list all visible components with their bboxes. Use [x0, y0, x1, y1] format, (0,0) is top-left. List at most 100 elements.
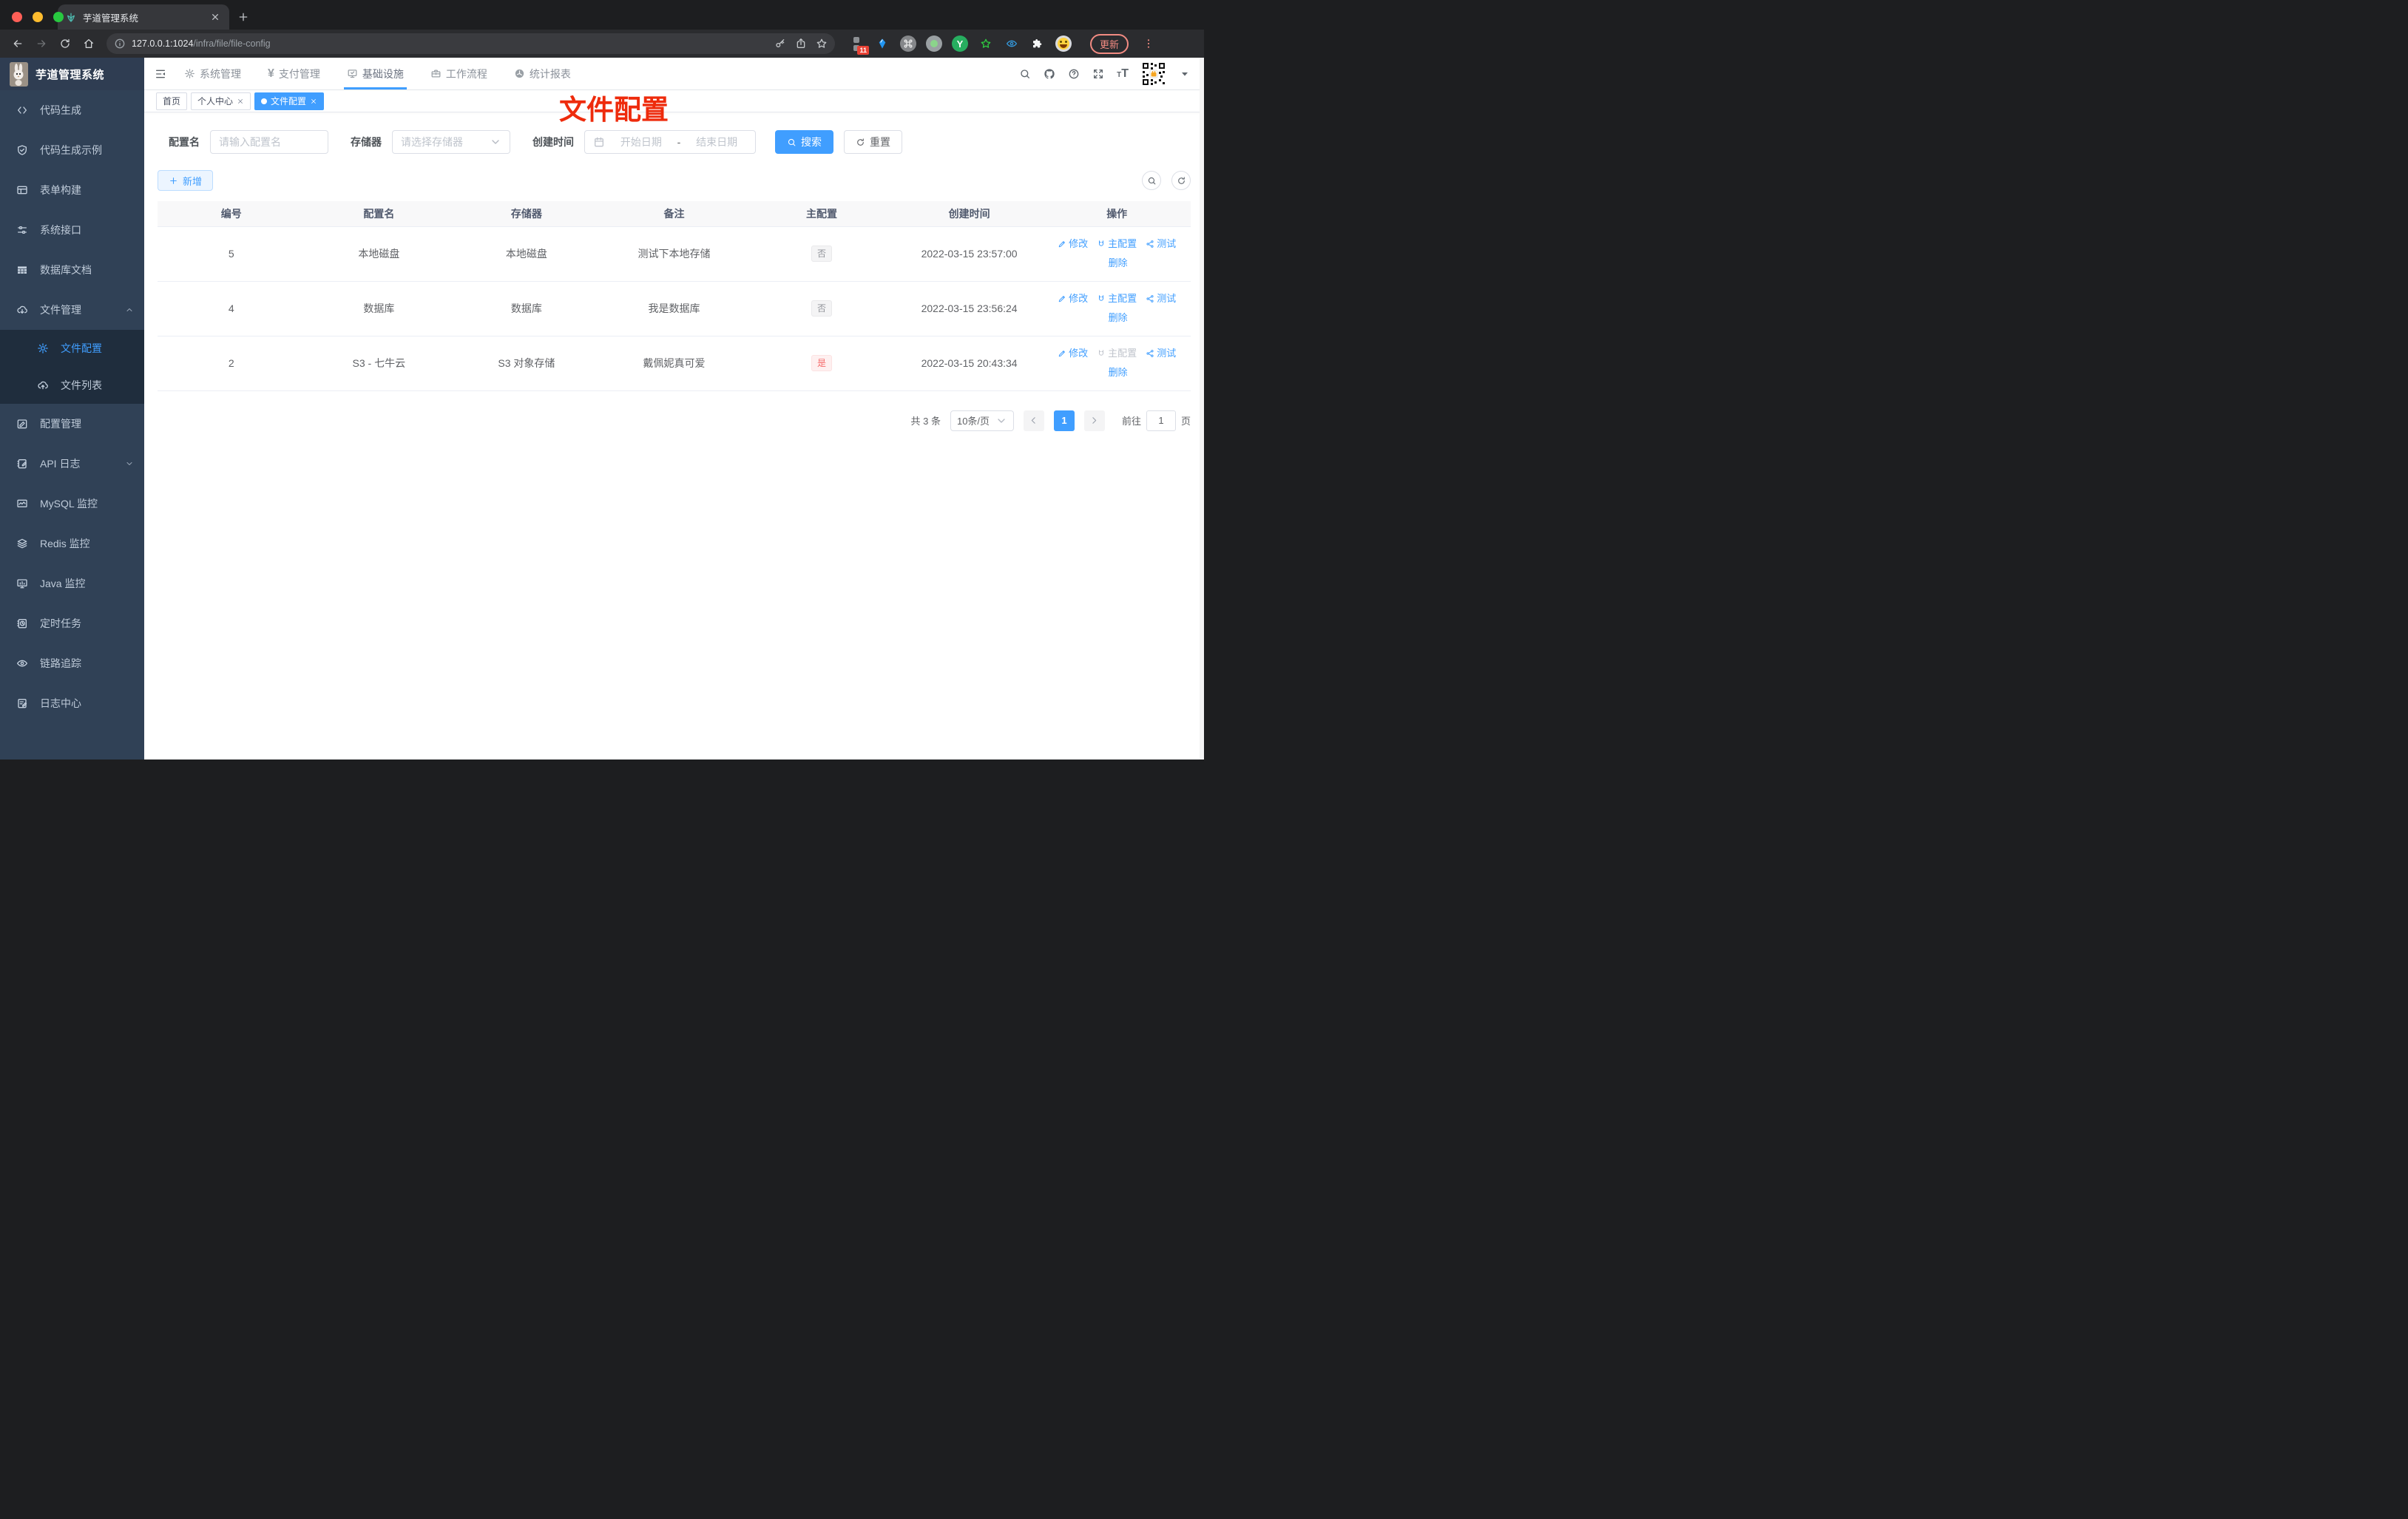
sidebar-item-文件配置[interactable]: 文件配置	[0, 330, 144, 367]
action-测试[interactable]: 测试	[1146, 234, 1176, 254]
extension-dot-icon[interactable]	[926, 35, 942, 52]
forward-icon[interactable]	[31, 33, 52, 54]
github-icon[interactable]	[1044, 68, 1055, 80]
tab-favicon	[65, 11, 77, 23]
avatar[interactable]	[1141, 61, 1166, 87]
tag-label: 文件配置	[271, 96, 307, 106]
goto-page-input[interactable]	[1146, 410, 1176, 431]
app-header: 系统管理 ¥ 支付管理 基础设施 工作流程 统计报表 TT	[144, 58, 1204, 90]
extension-star-icon[interactable]	[978, 35, 994, 52]
tag-首页[interactable]: 首页	[156, 92, 188, 110]
refresh-table-button[interactable]	[1171, 171, 1191, 190]
extension-command-icon[interactable]	[900, 35, 916, 52]
sidebar-item-系统接口[interactable]: 系统接口	[0, 210, 144, 250]
site-info-icon[interactable]	[114, 38, 126, 50]
extension-kite-icon[interactable]	[874, 35, 890, 52]
reload-icon[interactable]	[55, 33, 75, 54]
app-logo-row[interactable]: 芋道管理系统	[0, 58, 144, 90]
tag-个人中心[interactable]: 个人中心	[191, 92, 251, 110]
sidebar-item-表单构建[interactable]: 表单构建	[0, 170, 144, 210]
action-label: 修改	[1069, 238, 1089, 249]
storage-filter-select[interactable]: 请选择存储器	[392, 130, 510, 154]
extensions-puzzle-icon[interactable]	[1029, 35, 1046, 52]
minimize-window-button[interactable]	[33, 12, 43, 22]
action-修改[interactable]: 修改	[1058, 344, 1088, 363]
home-icon[interactable]	[78, 33, 99, 54]
extension-grid-icon[interactable]: 11	[848, 35, 869, 55]
search-icon[interactable]	[1019, 68, 1031, 80]
browser-update-button[interactable]: 更新	[1090, 33, 1129, 54]
avatar-caret-icon[interactable]	[1179, 68, 1191, 80]
sidebar-item-文件列表[interactable]: 文件列表	[0, 367, 144, 404]
action-修改[interactable]: 修改	[1058, 234, 1088, 254]
sidebar-item-代码生成示例[interactable]: 代码生成示例	[0, 130, 144, 170]
cell-name: 本地磁盘	[305, 226, 453, 282]
sidebar-item-MySQL 监控[interactable]: MySQL 监控	[0, 484, 144, 524]
sidebar-item-Redis 监控[interactable]: Redis 监控	[0, 524, 144, 564]
fullscreen-icon[interactable]	[1092, 68, 1104, 80]
pencil-icon	[1058, 294, 1066, 303]
sidebar-item-文件管理[interactable]: 文件管理	[0, 290, 144, 330]
tag-文件配置[interactable]: 文件配置	[254, 92, 325, 110]
tab-close-icon[interactable]	[209, 10, 222, 24]
browser-tab[interactable]: 芋道管理系统	[58, 4, 229, 30]
close-icon[interactable]	[237, 98, 244, 105]
extension-emoji-icon[interactable]	[1055, 35, 1072, 52]
browser-menu-icon[interactable]	[1143, 38, 1154, 50]
reset-button[interactable]: 重置	[844, 130, 902, 154]
password-key-icon[interactable]	[774, 38, 786, 50]
action-修改[interactable]: 修改	[1058, 289, 1088, 308]
nav-item-系统管理[interactable]: 系统管理	[184, 58, 241, 89]
close-window-button[interactable]	[12, 12, 22, 22]
action-删除[interactable]: 删除	[1106, 363, 1128, 382]
collapse-sidebar-icon[interactable]	[155, 68, 166, 80]
chevron-down-icon	[995, 415, 1007, 427]
sidebar-item-定时任务[interactable]: 定时任务	[0, 603, 144, 643]
action-主配置[interactable]: 主配置	[1097, 234, 1137, 254]
next-page-button[interactable]	[1083, 410, 1105, 431]
address-bar[interactable]: 127.0.0.1:1024/infra/file/file-config	[106, 33, 835, 54]
share-page-icon[interactable]	[795, 38, 807, 50]
search-button[interactable]: 搜索	[775, 130, 833, 154]
action-主配置[interactable]: 主配置	[1097, 289, 1137, 308]
action-删除[interactable]: 删除	[1106, 308, 1128, 328]
date-filter-label: 创建时间	[532, 136, 574, 148]
add-button[interactable]: 新增	[158, 170, 214, 191]
bookmark-star-icon[interactable]	[816, 38, 828, 50]
name-filter-label: 配置名	[169, 136, 200, 148]
date-range-input[interactable]: 开始日期 - 结束日期	[584, 130, 756, 154]
sidebar-item-链路追踪[interactable]: 链路追踪	[0, 643, 144, 683]
table-row: 5 本地磁盘 本地磁盘 测试下本地存储否 2022-03-15 23:57:00 修改 主配…	[158, 226, 1191, 282]
sidebar-item-配置管理[interactable]: 配置管理	[0, 404, 144, 444]
help-icon[interactable]	[1068, 68, 1080, 80]
sidebar-item-Java 监控[interactable]: Java 监控	[0, 564, 144, 603]
sidebar-item-代码生成[interactable]: 代码生成	[0, 90, 144, 130]
extension-eye-icon[interactable]	[1004, 35, 1020, 52]
close-icon[interactable]	[310, 98, 317, 105]
prev-page-button[interactable]	[1023, 410, 1044, 431]
nav-item-统计报表[interactable]: 统计报表	[514, 58, 571, 89]
new-tab-button[interactable]	[237, 10, 250, 24]
code-icon	[16, 104, 28, 116]
back-icon[interactable]	[7, 33, 28, 54]
schedule-icon	[16, 618, 28, 629]
font-size-icon[interactable]: TT	[1117, 67, 1129, 81]
nav-item-基础设施[interactable]: 基础设施	[343, 58, 407, 89]
extension-y-icon[interactable]: Y	[952, 35, 968, 52]
nav-item-支付管理[interactable]: ¥ 支付管理	[268, 58, 320, 89]
page-1-button[interactable]: 1	[1053, 410, 1075, 431]
sidebar-item-API 日志[interactable]: API 日志	[0, 444, 144, 484]
sidebar-item-日志中心[interactable]: 日志中心	[0, 683, 144, 723]
nav-item-label: 支付管理	[278, 67, 320, 80]
scrollbar[interactable]	[1200, 58, 1204, 760]
sidebar-item-数据库文档[interactable]: 数据库文档	[0, 250, 144, 290]
name-filter-input[interactable]: 请输入配置名	[210, 130, 328, 154]
page-size-select[interactable]: 10条/页	[950, 410, 1014, 431]
zoom-window-button[interactable]	[53, 12, 64, 22]
show-search-toggle-button[interactable]	[1142, 171, 1161, 190]
action-测试[interactable]: 测试	[1146, 289, 1176, 308]
cloud-download-icon	[16, 304, 28, 316]
action-删除[interactable]: 删除	[1106, 254, 1128, 273]
nav-item-工作流程[interactable]: 工作流程	[430, 58, 487, 89]
action-测试[interactable]: 测试	[1146, 344, 1176, 363]
